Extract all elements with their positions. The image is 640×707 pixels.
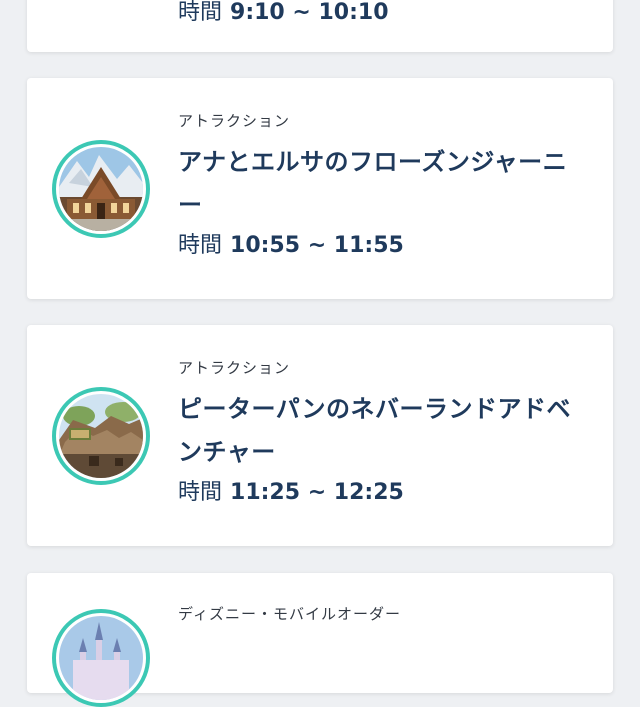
card-content: アトラクション ピーターパンのネバーランドアドベンチャー 時間 11:25 ~ 1…: [178, 358, 585, 508]
schedule-card[interactable]: アトラクション ピーターパンのネバーランドアドベンチャー 時間 11:25 ~ 1…: [27, 325, 613, 546]
time-row: 時間 10:55 ~ 11:55: [178, 231, 585, 261]
time-row: 時間 9:10 ~ 10:10: [178, 0, 585, 28]
schedule-card[interactable]: ディズニー・モバイルオーダー: [27, 573, 613, 707]
time-label: 時間: [178, 0, 223, 25]
time-value: 11:25 ~ 12:25: [230, 480, 404, 505]
time-value: 9:10 ~ 10:10: [230, 0, 389, 25]
attraction-title: アナとエルサのフローズンジャーニー: [178, 148, 568, 219]
attraction-title: ピーターパンのネバーランドアドベンチャー: [178, 395, 571, 466]
schedule-card[interactable]: アトラクション アナとエルサのフローズンジャーニー 時間 10:55 ~ 11:5…: [27, 78, 613, 299]
time-value: 10:55 ~ 11:55: [230, 233, 404, 258]
card-content: アトラクション アナとエルサのフローズンジャーニー 時間 10:55 ~ 11:5…: [178, 111, 585, 261]
time-label: 時間: [178, 233, 223, 258]
category-label: ディズニー・モバイルオーダー: [178, 605, 401, 623]
time-label: 時間: [178, 480, 223, 505]
frozen-castle-image: [52, 140, 150, 238]
castle-image: [52, 609, 150, 707]
schedule-card[interactable]: 時間 9:10 ~ 10:10: [27, 0, 613, 52]
card-content: 時間 9:10 ~ 10:10: [178, 0, 585, 28]
category-label: アトラクション: [178, 112, 291, 130]
card-content: ディズニー・モバイルオーダー: [178, 604, 585, 624]
neverland-ride-image: [52, 387, 150, 485]
category-label: アトラクション: [178, 359, 291, 377]
time-row: 時間 11:25 ~ 12:25: [178, 478, 585, 508]
